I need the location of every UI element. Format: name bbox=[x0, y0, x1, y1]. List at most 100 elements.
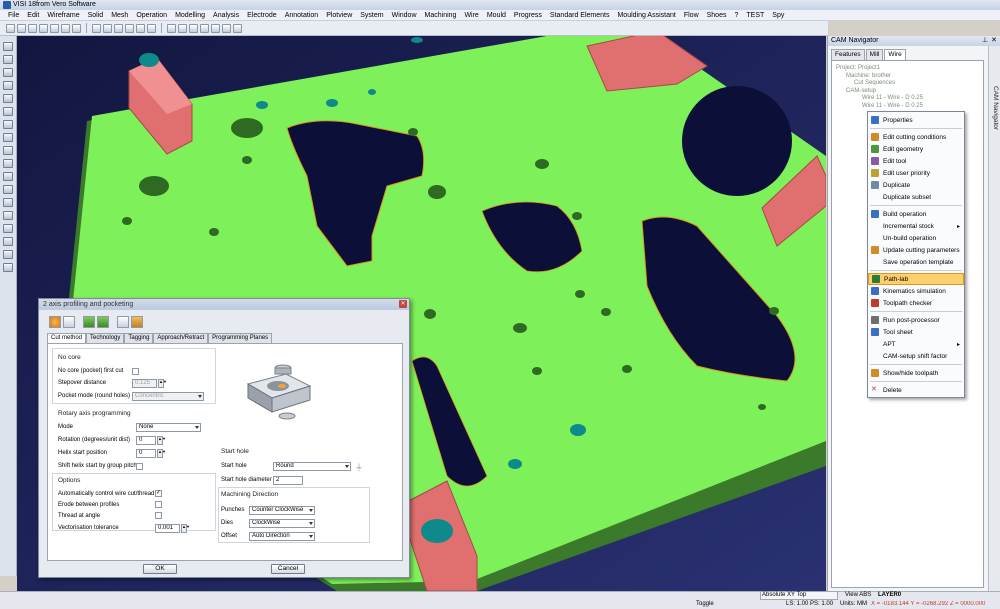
tab-programming-planes[interactable]: Programming Planes bbox=[208, 333, 273, 343]
tree-item-wire-op-1[interactable]: Wire 11 - Wire - D 0.25 bbox=[836, 95, 979, 103]
toolbar-button-icon[interactable] bbox=[222, 23, 231, 33]
toolbar-button-icon[interactable] bbox=[233, 23, 242, 33]
menu-item-annotation[interactable]: Annotation bbox=[281, 10, 322, 21]
cam-navigator-side-tab[interactable]: CAM Navigator bbox=[988, 46, 1000, 591]
menu-item-operation[interactable]: Operation bbox=[132, 10, 171, 21]
toggle-label[interactable]: Toggle bbox=[696, 601, 714, 607]
toolbar-button-icon[interactable] bbox=[50, 23, 59, 33]
context-menu-item-save-operation-template[interactable]: Save operation template bbox=[868, 256, 964, 268]
rotation-field[interactable]: 0 bbox=[136, 436, 156, 445]
close-icon[interactable]: ✕ bbox=[991, 36, 997, 46]
context-menu-item-apt[interactable]: APT ▸ bbox=[868, 338, 964, 350]
tree-item-cut-sequences[interactable]: Cut Sequences bbox=[836, 80, 979, 88]
toolbar-button-icon[interactable] bbox=[28, 23, 37, 33]
context-menu-item-delete[interactable]: ✕ Delete bbox=[868, 384, 964, 396]
tab-cut-method[interactable]: Cut method bbox=[47, 333, 87, 343]
toolbar-button-icon[interactable] bbox=[114, 23, 123, 33]
context-menu-item-edit-tool[interactable]: Edit tool bbox=[868, 155, 964, 167]
menu-item-modelling[interactable]: Modelling bbox=[171, 10, 209, 21]
vectorisation-field[interactable]: 0.001 bbox=[155, 524, 180, 533]
left-toolbar-button-icon[interactable] bbox=[3, 42, 13, 51]
menu-item-mesh[interactable]: Mesh bbox=[107, 10, 132, 21]
context-menu-item-run-post-processor[interactable]: Run post-processor bbox=[868, 314, 964, 326]
toolbar-button-icon[interactable] bbox=[17, 23, 26, 33]
menu-item-plotview[interactable]: Plotview bbox=[322, 10, 356, 21]
start-hole-diameter-field[interactable]: 2 bbox=[273, 476, 303, 485]
wizard-icon[interactable] bbox=[131, 316, 143, 328]
context-menu-item-show-hide-toolpath[interactable]: Show/hide toolpath bbox=[868, 367, 964, 379]
layer-name[interactable]: LAYER0 bbox=[878, 592, 901, 598]
toolbar-button-icon[interactable] bbox=[103, 23, 112, 33]
left-toolbar-button-icon[interactable] bbox=[3, 94, 13, 103]
close-icon[interactable]: ✕ bbox=[399, 300, 407, 308]
tree-item-cam-setup[interactable]: CAM-setup bbox=[836, 88, 979, 96]
left-toolbar-button-icon[interactable] bbox=[3, 224, 13, 233]
mode-dropdown[interactable]: None bbox=[136, 423, 201, 432]
tab-features[interactable]: Features bbox=[831, 49, 865, 60]
tab-mill[interactable]: Mill bbox=[865, 49, 884, 60]
left-toolbar-button-icon[interactable] bbox=[3, 198, 13, 207]
tree-item-project[interactable]: Project: Project1 bbox=[836, 65, 979, 73]
menu-item-[interactable]: ? bbox=[730, 10, 742, 21]
stepover-spinner[interactable]: ▲▼ bbox=[158, 379, 167, 388]
toolbar-button-icon[interactable] bbox=[147, 23, 156, 33]
rebuild-icon[interactable] bbox=[97, 316, 109, 328]
toolbar-button-icon[interactable] bbox=[72, 23, 81, 33]
menu-item-analysis[interactable]: Analysis bbox=[209, 10, 243, 21]
left-toolbar-button-icon[interactable] bbox=[3, 81, 13, 90]
menu-item-standard-elements[interactable]: Standard Elements bbox=[546, 10, 614, 21]
menu-item-electrode[interactable]: Electrode bbox=[243, 10, 281, 21]
ok-button[interactable]: OK bbox=[143, 564, 177, 574]
toolbar-button-icon[interactable] bbox=[211, 23, 220, 33]
context-menu-item-duplicate-subset[interactable]: Duplicate subset bbox=[868, 191, 964, 203]
context-menu-item-update-cutting-parameters[interactable]: Update cutting parameters bbox=[868, 244, 964, 256]
offset-dropdown[interactable]: Auto Direction bbox=[249, 532, 315, 541]
dies-dropdown[interactable]: ClockWise bbox=[249, 519, 315, 528]
menu-item-moulding-assistant[interactable]: Moulding Assistant bbox=[613, 10, 679, 21]
context-menu-item-edit-cutting-conditions[interactable]: Edit cutting conditions bbox=[868, 131, 964, 143]
context-menu-item-tool-sheet[interactable]: Tool sheet bbox=[868, 326, 964, 338]
tab-technology[interactable]: Technology bbox=[86, 333, 125, 343]
context-menu-item-cam-setup-shift-factor[interactable]: CAM-setup shift factor bbox=[868, 350, 964, 362]
tree-item-machine[interactable]: Machine: brother bbox=[836, 73, 979, 81]
save-icon[interactable] bbox=[117, 316, 129, 328]
left-toolbar-button-icon[interactable] bbox=[3, 68, 13, 77]
tool-library-icon[interactable] bbox=[63, 316, 75, 328]
helix-field[interactable]: 0 bbox=[136, 449, 156, 458]
context-menu-item-properties[interactable]: Properties bbox=[868, 114, 964, 126]
toolbar-button-icon[interactable] bbox=[200, 23, 209, 33]
funnel-icon[interactable]: ⏚ bbox=[355, 462, 363, 473]
toolbar-button-icon[interactable] bbox=[125, 23, 134, 33]
context-menu-item-un-build-operation[interactable]: Un-build operation bbox=[868, 232, 964, 244]
left-toolbar-button-icon[interactable] bbox=[3, 133, 13, 142]
toolbar-button-icon[interactable] bbox=[92, 23, 101, 33]
no-core-first-cut-checkbox[interactable] bbox=[132, 368, 139, 375]
toolbar-button-icon[interactable] bbox=[167, 23, 176, 33]
build-icon[interactable] bbox=[83, 316, 95, 328]
menu-item-edit[interactable]: Edit bbox=[23, 10, 43, 21]
helix-spinner[interactable]: ▲▼ bbox=[157, 449, 166, 458]
context-menu-item-incremental-stock[interactable]: Incremental stock ▸ bbox=[868, 220, 964, 232]
menu-item-spy[interactable]: Spy bbox=[768, 10, 788, 21]
menu-item-machining[interactable]: Machining bbox=[421, 10, 461, 21]
left-toolbar-button-icon[interactable] bbox=[3, 107, 13, 116]
tab-wire[interactable]: Wire bbox=[884, 49, 906, 60]
menu-item-progress[interactable]: Progress bbox=[510, 10, 546, 21]
context-menu-item-edit-geometry[interactable]: Edit geometry bbox=[868, 143, 964, 155]
left-toolbar-button-icon[interactable] bbox=[3, 211, 13, 220]
left-toolbar-button-icon[interactable] bbox=[3, 55, 13, 64]
menu-item-test[interactable]: TEST bbox=[742, 10, 768, 21]
context-menu-item-edit-user-priority[interactable]: Edit user priority bbox=[868, 167, 964, 179]
toolbar-button-icon[interactable] bbox=[61, 23, 70, 33]
left-toolbar-button-icon[interactable] bbox=[3, 159, 13, 168]
tab-tagging[interactable]: Tagging bbox=[124, 333, 154, 343]
menu-item-mould[interactable]: Mould bbox=[483, 10, 510, 21]
menu-item-wire[interactable]: Wire bbox=[460, 10, 482, 21]
left-toolbar-button-icon[interactable] bbox=[3, 250, 13, 259]
punches-dropdown[interactable]: Counter ClockWise bbox=[249, 506, 315, 515]
tab-approach-retract[interactable]: Approach/Retract bbox=[153, 333, 209, 343]
tree-item-wire-op-2[interactable]: Wire 11 - Wire - D 0.25 bbox=[836, 103, 979, 111]
menu-item-solid[interactable]: Solid bbox=[84, 10, 108, 21]
context-menu-item-duplicate[interactable]: Duplicate bbox=[868, 179, 964, 191]
toolbar-button-icon[interactable] bbox=[136, 23, 145, 33]
